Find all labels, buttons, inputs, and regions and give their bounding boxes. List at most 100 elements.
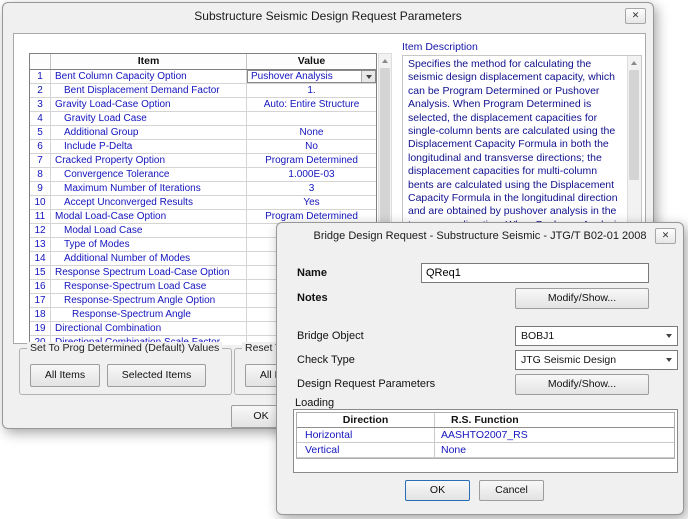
notes-label: Notes (297, 292, 328, 304)
close-icon: ✕ (632, 10, 640, 20)
close-button[interactable]: ✕ (655, 228, 676, 244)
name-label: Name (297, 267, 327, 279)
row-value[interactable] (247, 112, 376, 125)
row-number: 11 (30, 210, 51, 223)
row-number: 3 (30, 98, 51, 111)
check-type-value: JTG Seismic Design (516, 354, 660, 366)
loading-table: Direction R.S. Function Horizontal AASHT… (296, 412, 675, 459)
table-row[interactable]: 9Maximum Number of Iterations3 (30, 182, 376, 196)
row-item-label: Response-Spectrum Angle Option (51, 294, 247, 307)
row-number: 14 (30, 252, 51, 265)
header-number-col (30, 54, 51, 69)
row-value[interactable]: Auto: Entire Structure (247, 98, 376, 111)
header-value: Value (247, 54, 376, 69)
row-item-label: Type of Modes (51, 238, 247, 251)
bridge-object-dropdown[interactable]: BOBJ1 (515, 326, 678, 346)
table-row[interactable]: 5Additional GroupNone (30, 126, 376, 140)
row-item-label: Bent Column Capacity Option (51, 70, 247, 83)
scroll-up-icon[interactable] (628, 56, 640, 69)
titlebar[interactable]: Substructure Seismic Design Request Para… (3, 3, 653, 29)
row-number: 10 (30, 196, 51, 209)
row-number: 2 (30, 84, 51, 97)
row-item-label: Accept Unconverged Results (51, 196, 247, 209)
row-number: 5 (30, 126, 51, 139)
row-number: 16 (30, 280, 51, 293)
row-value[interactable]: 3 (247, 182, 376, 195)
loading-row[interactable]: Vertical None (297, 443, 674, 458)
rs-function-header: R.S. Function (435, 413, 674, 427)
row-value[interactable]: 1.000E-03 (247, 168, 376, 181)
cancel-button[interactable]: Cancel (479, 480, 544, 501)
row-item-label: Cracked Property Option (51, 154, 247, 167)
row-number: 12 (30, 224, 51, 237)
dropdown-value: Pushover Analysis (248, 71, 361, 82)
dialog-title: Bridge Design Request - Substructure Sei… (277, 223, 683, 250)
row-number: 4 (30, 112, 51, 125)
chevron-down-icon[interactable] (660, 327, 677, 345)
item-description-label: Item Description (402, 41, 478, 53)
bridge-object-value: BOBJ1 (516, 330, 660, 342)
row-item-label: Gravity Load-Case Option (51, 98, 247, 111)
notes-modify-show-button[interactable]: Modify/Show... (515, 288, 649, 309)
set-all-items-button[interactable]: All Items (30, 364, 100, 387)
row-value-dropdown[interactable]: Pushover Analysis (247, 70, 376, 83)
table-row[interactable]: 3Gravity Load-Case OptionAuto: Entire St… (30, 98, 376, 112)
row-value[interactable]: No (247, 140, 376, 153)
table-row[interactable]: 1 Bent Column Capacity Option Pushover A… (30, 70, 376, 84)
name-input[interactable] (421, 263, 649, 283)
row-item-label: Convergence Tolerance (51, 168, 247, 181)
direction-cell: Vertical (297, 443, 435, 457)
design-request-parameters-label: Design Request Parameters (297, 378, 435, 390)
rs-function-cell[interactable]: None (435, 443, 674, 457)
loading-header-row: Direction R.S. Function (297, 413, 674, 428)
row-value[interactable]: 1. (247, 84, 376, 97)
scroll-up-icon[interactable] (379, 54, 391, 67)
row-value[interactable]: Yes (247, 196, 376, 209)
check-type-label: Check Type (297, 354, 355, 366)
row-number: 15 (30, 266, 51, 279)
row-number: 1 (30, 70, 51, 83)
scrollbar-thumb[interactable] (629, 70, 639, 180)
direction-cell: Horizontal (297, 428, 435, 442)
row-item-label: Additional Group (51, 126, 247, 139)
loading-label: Loading (295, 397, 334, 409)
row-number: 19 (30, 322, 51, 335)
row-item-label: Response Spectrum Load-Case Option (51, 266, 247, 279)
table-row[interactable]: 7Cracked Property OptionProgram Determin… (30, 154, 376, 168)
row-value[interactable]: Program Determined (247, 154, 376, 167)
row-number: 7 (30, 154, 51, 167)
row-item-label: Maximum Number of Iterations (51, 182, 247, 195)
dialog-title: Substructure Seismic Design Request Para… (3, 3, 653, 30)
row-number: 9 (30, 182, 51, 195)
loading-row[interactable]: Horizontal AASHTO2007_RS (297, 428, 674, 443)
set-to-default-group-label: Set To Prog Determined (Default) Values (27, 342, 222, 354)
row-value[interactable]: None (247, 126, 376, 139)
table-row[interactable]: 2Bent Displacement Demand Factor1. (30, 84, 376, 98)
table-row[interactable]: 8Convergence Tolerance1.000E-03 (30, 168, 376, 182)
check-type-dropdown[interactable]: JTG Seismic Design (515, 350, 678, 370)
table-row[interactable]: 4Gravity Load Case (30, 112, 376, 126)
table-row[interactable]: 6Include P-DeltaNo (30, 140, 376, 154)
loading-box: Direction R.S. Function Horizontal AASHT… (293, 409, 678, 473)
rs-function-cell[interactable]: AASHTO2007_RS (435, 428, 674, 442)
row-item-label: Response-Spectrum Load Case (51, 280, 247, 293)
row-item-label: Modal Load-Case Option (51, 210, 247, 223)
set-selected-items-button[interactable]: Selected Items (107, 364, 206, 387)
table-row[interactable]: 10Accept Unconverged ResultsYes (30, 196, 376, 210)
row-item-label: Bent Displacement Demand Factor (51, 84, 247, 97)
row-item-label: Include P-Delta (51, 140, 247, 153)
row-number: 13 (30, 238, 51, 251)
row-item-label: Directional Combination (51, 322, 247, 335)
header-item: Item (51, 54, 247, 69)
row-number: 6 (30, 140, 51, 153)
bridge-object-label: Bridge Object (297, 330, 364, 342)
table-header-row: Item Value (30, 54, 376, 70)
ok-button[interactable]: OK (405, 480, 470, 501)
parameters-modify-show-button[interactable]: Modify/Show... (515, 374, 649, 395)
close-button[interactable]: ✕ (625, 8, 646, 24)
titlebar[interactable]: Bridge Design Request - Substructure Sei… (277, 223, 683, 249)
row-item-label: Modal Load Case (51, 224, 247, 237)
chevron-down-icon[interactable] (660, 351, 677, 369)
row-number: 8 (30, 168, 51, 181)
chevron-down-icon[interactable] (361, 71, 375, 82)
